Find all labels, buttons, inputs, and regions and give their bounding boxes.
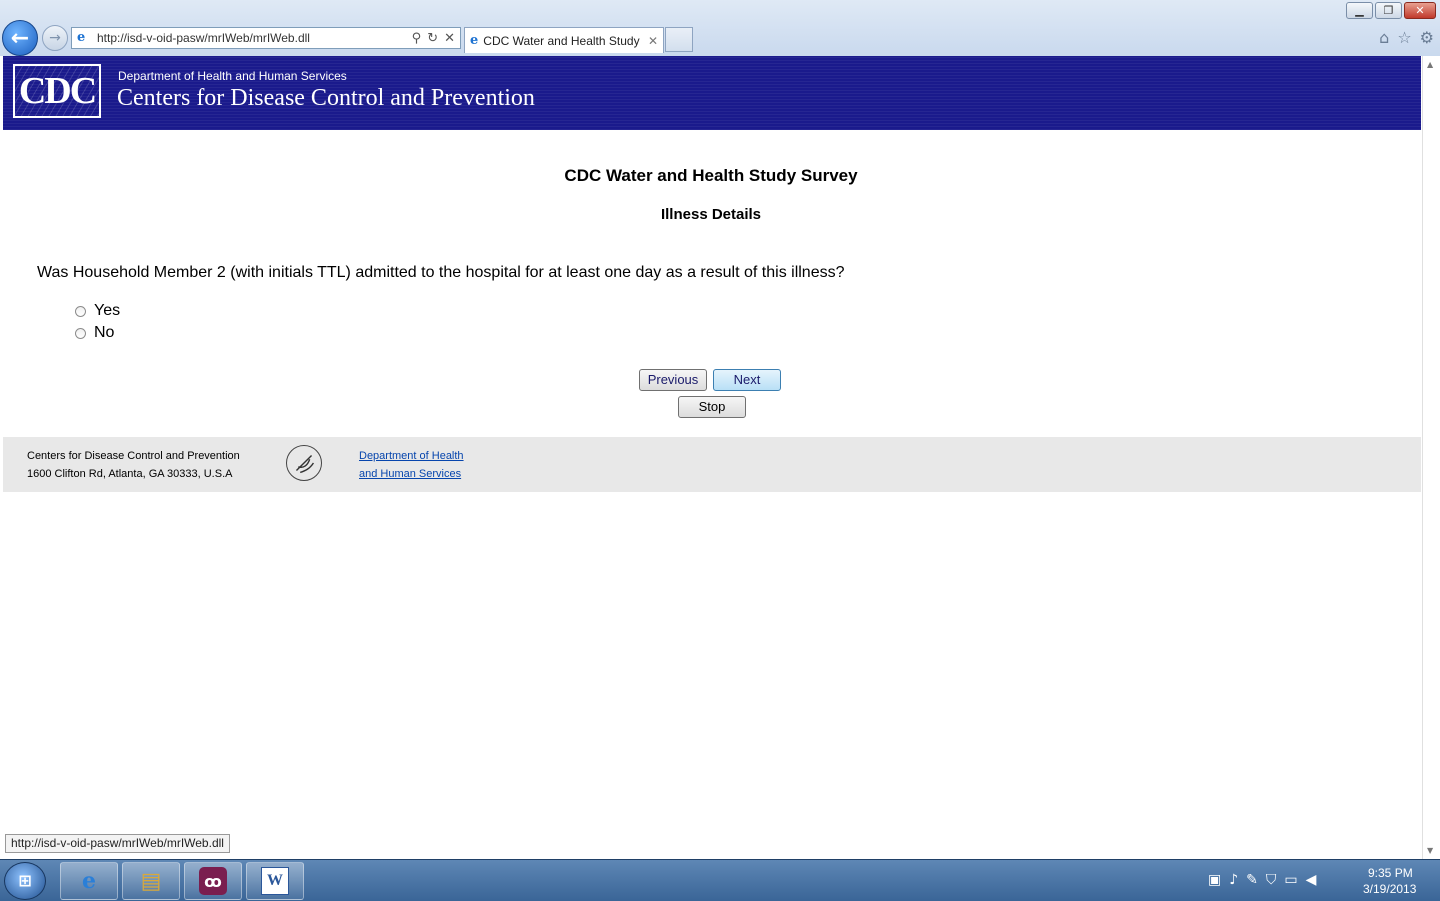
new-tab-button[interactable] <box>665 27 693 52</box>
stop-button[interactable]: Stop <box>678 396 746 418</box>
start-button[interactable]: ⊞ <box>4 862 46 900</box>
no-radio[interactable] <box>75 327 86 339</box>
hhs-link-line1[interactable]: Department of Health <box>359 450 464 462</box>
window-controls: ▁ ❐ ✕ <box>1346 2 1436 19</box>
yes-radio[interactable] <box>75 305 86 317</box>
network-tray-icon[interactable]: ▣ <box>1208 872 1221 888</box>
cdc-logo: CDC <box>13 64 101 118</box>
vertical-scrollbar[interactable]: ▲ ▼ <box>1422 56 1440 859</box>
no-label[interactable]: No <box>94 324 114 342</box>
question-text: Was Household Member 2 (with initials TT… <box>37 264 845 281</box>
option-no[interactable]: No <box>75 324 114 342</box>
gear-icon[interactable]: ⚙ <box>1420 28 1434 47</box>
scroll-up-arrow-icon[interactable]: ▲ <box>1427 60 1433 69</box>
browser-tab[interactable]: e CDC Water and Health Study ✕ <box>464 27 664 53</box>
previous-button[interactable]: Previous <box>639 369 707 391</box>
volume-icon[interactable]: ◀ <box>1306 872 1317 888</box>
ie-page-icon: e <box>77 30 86 45</box>
survey-title: CDC Water and Health Study Survey <box>564 166 858 185</box>
footer-org-name: Centers for Disease Control and Preventi… <box>27 450 240 462</box>
status-bar-url: http://isd-v-oid-pasw/mrIWeb/mrIWeb.dll <box>5 834 230 853</box>
internet-explorer-icon: e <box>82 868 96 894</box>
browser-chrome: ▁ ❐ ✕ ← → e http://isd-v-oid-pasw/mrIWeb… <box>0 0 1440 57</box>
back-button[interactable]: ← <box>2 20 38 56</box>
yes-label[interactable]: Yes <box>94 302 120 320</box>
taskbar-app-button[interactable]: ꝏ <box>184 862 242 900</box>
search-icon[interactable]: ⚲ <box>412 31 422 46</box>
department-name: Department of Health and Human Services <box>118 69 347 83</box>
section-title: Illness Details <box>660 206 762 223</box>
page-viewport: CDC Department of Health and Human Servi… <box>0 56 1440 859</box>
tool-tray-icon[interactable]: ✎ <box>1246 872 1258 888</box>
taskbar: ⊞ e ▤ ꝏ W ▣ ♪ ✎ ⛉ ▭ ◀ 9:35 PM 3/19/2013 <box>0 859 1440 901</box>
next-button[interactable]: Next <box>713 369 781 391</box>
display-tray-icon[interactable]: ▭ <box>1284 872 1297 888</box>
hhs-link-line2[interactable]: and Human Services <box>359 468 461 480</box>
address-url[interactable]: http://isd-v-oid-pasw/mrIWeb/mrIWeb.dll <box>97 31 412 45</box>
shield-tray-icon[interactable]: ⛉ <box>1266 872 1277 888</box>
footer-address: 1600 Clifton Rd, Atlanta, GA 30333, U.S.… <box>27 468 233 480</box>
forward-button[interactable]: → <box>42 25 68 51</box>
stop-load-icon[interactable]: ✕ <box>444 31 455 46</box>
taskbar-word-button[interactable]: W <box>246 862 304 900</box>
word-icon: W <box>261 867 289 895</box>
minimize-button[interactable]: ▁ <box>1346 2 1373 19</box>
clock-date[interactable]: 3/19/2013 <box>1363 882 1416 896</box>
app-icon: ꝏ <box>199 867 227 895</box>
agency-name: Centers for Disease Control and Preventi… <box>117 85 535 111</box>
system-tray: ▣ ♪ ✎ ⛉ ▭ ◀ <box>1208 872 1316 888</box>
favorites-star-icon[interactable]: ☆ <box>1397 28 1411 47</box>
clock-time[interactable]: 9:35 PM <box>1368 866 1413 880</box>
tab-title: CDC Water and Health Study <box>483 33 640 48</box>
taskbar-ie-button[interactable]: e <box>60 862 118 900</box>
speaker-tray-icon[interactable]: ♪ <box>1229 872 1238 888</box>
close-tab-icon[interactable]: ✕ <box>648 34 658 48</box>
scroll-down-arrow-icon[interactable]: ▼ <box>1427 846 1433 855</box>
address-bar[interactable]: e http://isd-v-oid-pasw/mrIWeb/mrIWeb.dl… <box>71 27 461 49</box>
tab-ie-icon: e <box>470 33 479 48</box>
page-footer: Centers for Disease Control and Preventi… <box>3 437 1421 492</box>
refresh-icon[interactable]: ↻ <box>427 31 438 46</box>
folder-icon: ▤ <box>140 868 162 894</box>
restore-button[interactable]: ❐ <box>1375 2 1402 19</box>
cdc-banner: CDC Department of Health and Human Servi… <box>3 56 1421 130</box>
hhs-seal-icon <box>286 445 322 481</box>
option-yes[interactable]: Yes <box>75 302 120 320</box>
home-icon[interactable]: ⌂ <box>1379 28 1389 47</box>
close-window-button[interactable]: ✕ <box>1404 2 1436 19</box>
taskbar-explorer-button[interactable]: ▤ <box>122 862 180 900</box>
